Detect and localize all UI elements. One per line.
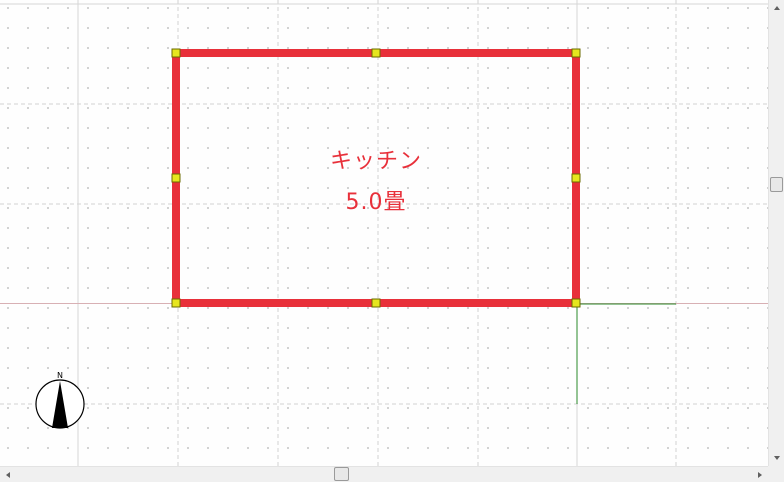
scrollbar-corner: [768, 466, 784, 482]
scroll-up-button[interactable]: [769, 0, 784, 16]
plan-drawing: N: [0, 0, 768, 466]
drawing-canvas[interactable]: N キッチン 5.0畳: [0, 0, 768, 466]
vertical-scrollbar[interactable]: [768, 0, 784, 466]
room-name-label: キッチン: [329, 149, 422, 174]
vertical-scroll-thumb[interactable]: [770, 177, 783, 192]
handle-bottom-left[interactable]: [171, 298, 181, 308]
arrow-down-icon: [774, 456, 780, 460]
room-area-label: 5.0畳: [345, 190, 407, 215]
handle-top-middle[interactable]: [371, 48, 381, 58]
selection-handles: [171, 48, 581, 308]
room-outline[interactable]: [172, 49, 580, 307]
handle-middle-left[interactable]: [171, 173, 181, 183]
handle-middle-right[interactable]: [571, 173, 581, 183]
grid-lines: [0, 0, 768, 466]
handle-bottom-middle[interactable]: [371, 298, 381, 308]
scroll-down-button[interactable]: [769, 450, 784, 466]
scroll-right-button[interactable]: [752, 467, 768, 483]
compass-north-label: N: [57, 371, 63, 380]
handle-bottom-right[interactable]: [571, 298, 581, 308]
handle-top-right[interactable]: [571, 48, 581, 58]
major-grid-lines: [0, 0, 768, 466]
horizontal-scroll-thumb[interactable]: [334, 467, 349, 481]
handle-top-left[interactable]: [171, 48, 181, 58]
horizontal-scrollbar[interactable]: [0, 466, 768, 482]
arrow-right-icon: [758, 472, 762, 478]
arrow-left-icon: [6, 472, 10, 478]
north-arrow-icon: N: [35, 371, 85, 429]
guide-lines: [576, 303, 676, 404]
scroll-left-button[interactable]: [0, 467, 16, 483]
arrow-up-icon: [774, 6, 780, 10]
